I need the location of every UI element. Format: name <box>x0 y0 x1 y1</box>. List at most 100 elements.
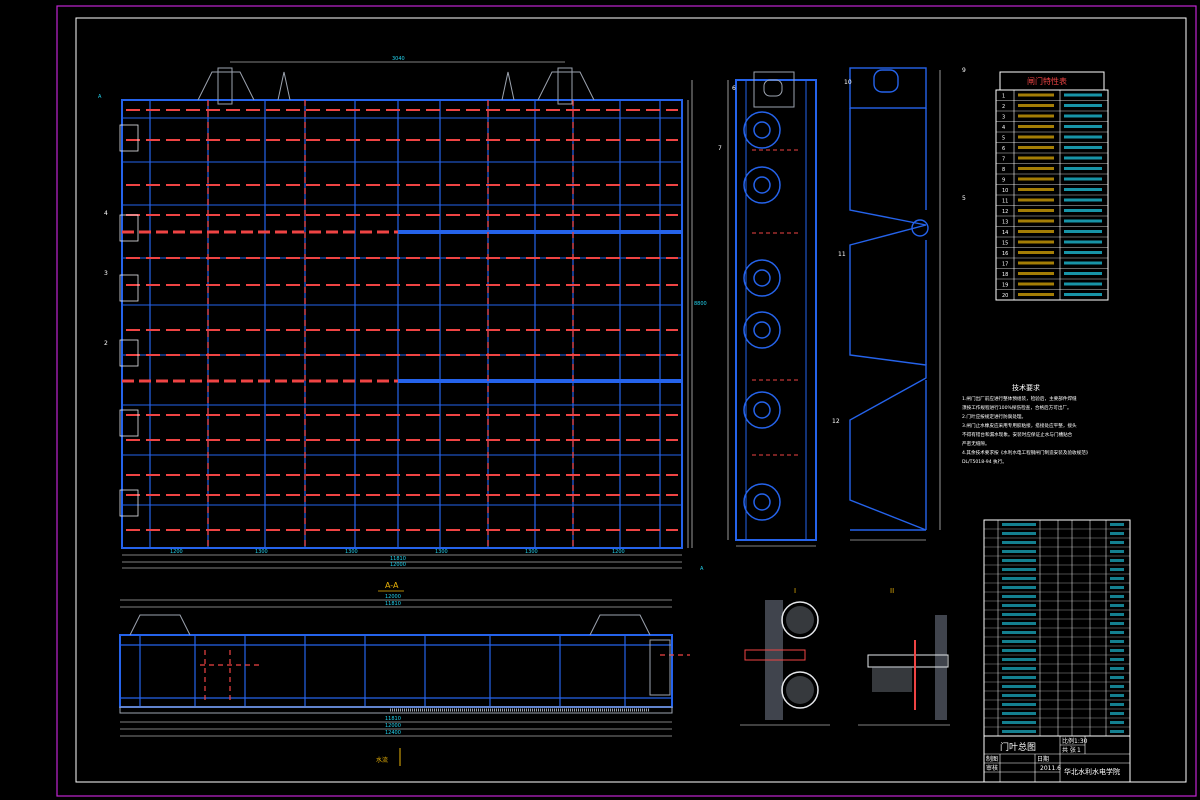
sheet-label: 共 张 <box>1062 746 1076 754</box>
role-date: 日期 <box>1037 755 1049 763</box>
svg-text:11810: 11810 <box>385 716 401 722</box>
parts-row-name <box>1002 649 1036 652</box>
spec-row-name <box>1018 261 1054 265</box>
tech-requirement-line: 不得有错台和漏水现象。安装时应保证止水与门槽贴合 <box>962 431 1073 438</box>
parts-row-material <box>1110 568 1124 571</box>
spec-row-value <box>1064 114 1102 118</box>
tech-requirement-line: 4.其余技术要求按《水利水电工程钢闸门制造安装及验收规范》 <box>962 449 1090 456</box>
parts-row-material <box>1110 658 1124 661</box>
svg-text:9: 9 <box>962 67 966 74</box>
spec-row-value <box>1064 93 1102 97</box>
spec-row-value <box>1064 135 1102 139</box>
spec-row-number: 17 <box>1002 262 1008 268</box>
tech-requirement-line: 2.门叶应按规定进行防腐处理。 <box>962 413 1026 420</box>
spec-row-value <box>1064 272 1102 275</box>
svg-text:1300: 1300 <box>435 549 448 555</box>
svg-text:A: A <box>700 566 704 572</box>
spec-row-value <box>1064 209 1102 212</box>
upstream-label: 水流 <box>376 756 388 764</box>
detail-1-view: I <box>740 587 830 726</box>
parts-row-material <box>1110 676 1124 679</box>
parts-row-material <box>1110 712 1124 715</box>
spec-row-name <box>1018 251 1054 254</box>
svg-text:12400: 12400 <box>385 730 401 736</box>
parts-row-material <box>1110 577 1124 580</box>
spec-row-name <box>1018 219 1054 223</box>
wheel-axle <box>753 493 771 511</box>
spec-row-number: 6 <box>1002 146 1005 152</box>
parts-row-name <box>1002 523 1036 526</box>
wheel-axle <box>753 401 771 419</box>
spec-row-value <box>1064 293 1102 296</box>
side-view: 6 7 <box>718 71 817 547</box>
wheel-axle <box>753 121 771 139</box>
spec-row-number: 18 <box>1002 272 1008 278</box>
spec-row-number: 3 <box>1002 115 1005 121</box>
parts-row-name <box>1002 730 1036 733</box>
parts-row-material <box>1110 649 1124 652</box>
spec-row-name <box>1018 167 1054 170</box>
svg-text:11: 11 <box>838 251 846 258</box>
parts-row-name <box>1002 532 1036 535</box>
spec-row-number: 11 <box>1002 199 1008 205</box>
side-section-view: 10 11 12 9 5 <box>832 67 966 541</box>
parts-row-material <box>1110 586 1124 589</box>
spec-row-number: 19 <box>1002 283 1008 289</box>
spec-row-name <box>1018 188 1054 191</box>
spec-row-name <box>1018 135 1054 139</box>
role-drafter: 制图 <box>986 755 998 763</box>
svg-text:4: 4 <box>104 210 108 217</box>
section-aa-title: A-A <box>385 581 399 590</box>
scale-label: 比例 <box>1062 737 1074 745</box>
wheel-circle <box>743 259 781 297</box>
parts-row-material <box>1110 721 1124 724</box>
spec-row-name <box>1018 293 1054 296</box>
spec-row-name <box>1018 104 1054 107</box>
spec-row-number: 7 <box>1002 157 1005 163</box>
svg-text:12000: 12000 <box>390 562 406 568</box>
svg-text:3: 3 <box>104 270 108 277</box>
svg-text:8800: 8800 <box>694 301 707 307</box>
spec-row-number: 16 <box>1002 251 1008 257</box>
detail-2-title: II <box>890 587 894 595</box>
wheel-axle <box>753 321 771 339</box>
wheel-circle <box>743 111 781 149</box>
role-checker: 审核 <box>986 764 998 772</box>
parts-row-material <box>1110 667 1124 670</box>
spec-row-value <box>1064 156 1102 160</box>
spec-row-value <box>1064 177 1102 181</box>
parts-row-name <box>1002 640 1036 643</box>
parts-row-name <box>1002 577 1036 580</box>
spec-row-value <box>1064 230 1102 233</box>
parts-row-material <box>1110 559 1124 562</box>
drawing-year: 2011.6 <box>1040 765 1061 772</box>
spec-row-value <box>1064 282 1102 286</box>
front-elevation-view: 1200 1300 1300 1300 1300 1200 1181012000 30… <box>98 56 707 572</box>
wheel-axle <box>753 176 771 194</box>
parts-row-name <box>1002 712 1036 715</box>
spec-row-name <box>1018 209 1054 212</box>
parts-row-name <box>1002 622 1036 625</box>
parts-row-material <box>1110 640 1124 643</box>
spec-row-name <box>1018 146 1054 149</box>
spec-row-name <box>1018 230 1054 233</box>
tech-requirement-line: 须按工作规程进行100%探伤检查，合格后方可出厂。 <box>962 404 1072 411</box>
svg-text:1200: 1200 <box>612 549 625 555</box>
svg-text:1300: 1300 <box>255 549 268 555</box>
parts-row-name <box>1002 568 1036 571</box>
parts-row-material <box>1110 694 1124 697</box>
parts-row-material <box>1110 685 1124 688</box>
tech-requirements-title: 技术要求 <box>1012 383 1040 392</box>
parts-row-material <box>1110 703 1124 706</box>
wheel-circle <box>743 311 781 349</box>
spec-row-name <box>1018 282 1054 286</box>
parts-row-name <box>1002 685 1036 688</box>
parts-row-name <box>1002 604 1036 607</box>
tech-requirement-line: 3.闸门止水橡皮应采用专用胶粘接，搭接处应平整，接头 <box>962 422 1077 429</box>
svg-text:12000: 12000 <box>385 594 401 600</box>
spec-row-value <box>1064 198 1102 202</box>
spec-row-number: 20 <box>1002 293 1008 299</box>
spec-row-value <box>1064 219 1102 223</box>
spec-row-number: 12 <box>1002 209 1008 215</box>
parts-row-material <box>1110 523 1124 526</box>
